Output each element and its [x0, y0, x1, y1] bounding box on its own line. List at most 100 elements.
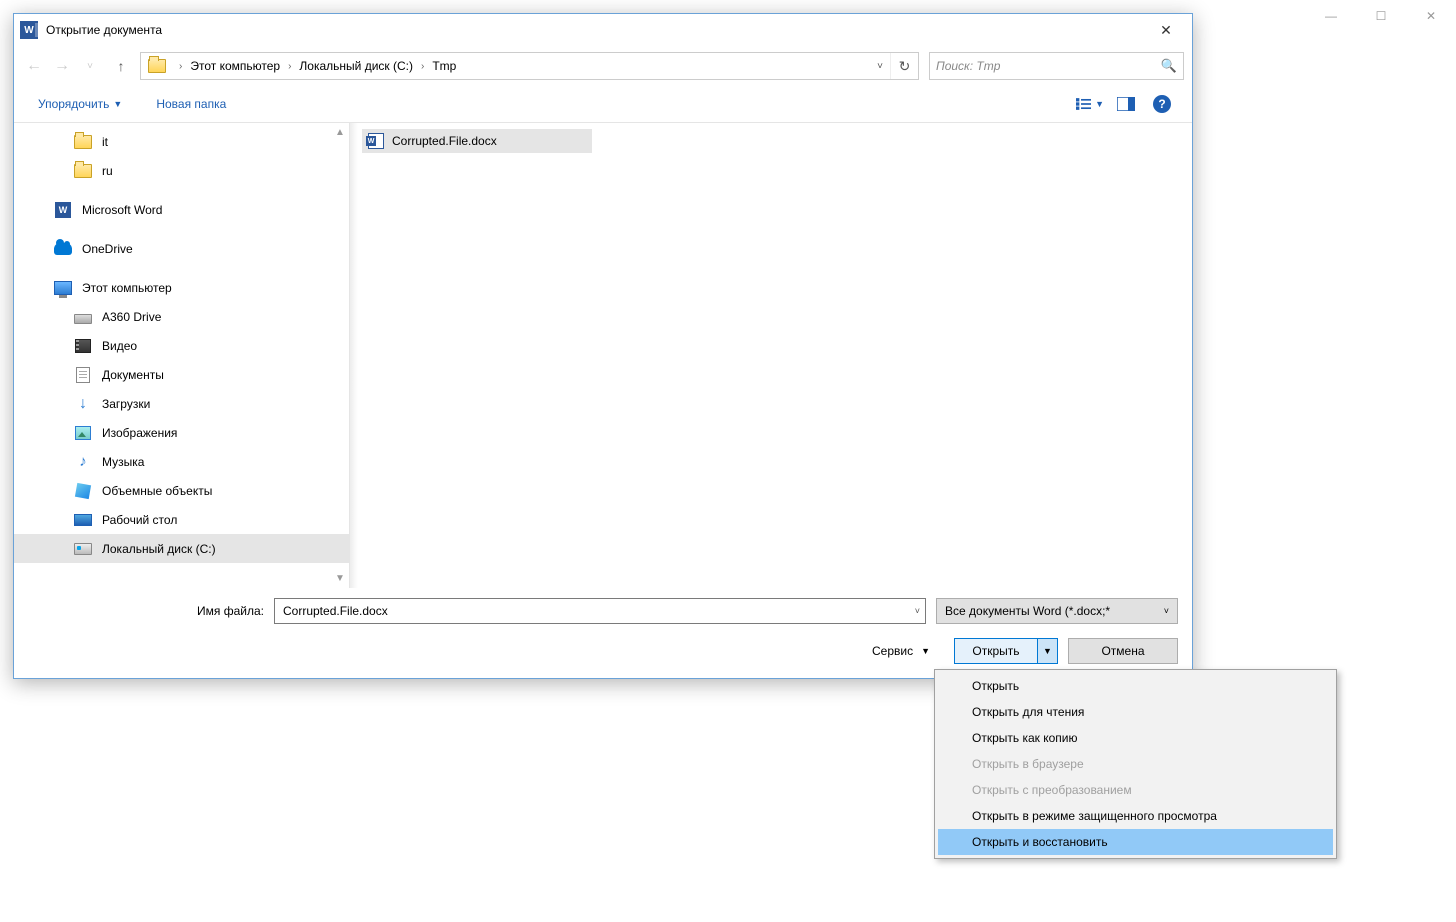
sidebar-item-label: A360 Drive — [102, 310, 161, 324]
help-button[interactable]: ? — [1148, 92, 1176, 116]
open-menu-item[interactable]: Открыть и восстановить — [938, 829, 1333, 855]
filter-label: Все документы Word (*.docx;* — [945, 604, 1110, 618]
sidebar-item[interactable]: ↓ Загрузки — [14, 389, 349, 418]
parent-close-button[interactable]: ✕ — [1406, 0, 1456, 32]
sidebar-item[interactable]: Изображения — [14, 418, 349, 447]
address-history-caret[interactable]: ˅ — [870, 61, 890, 72]
sidebar-item[interactable]: it — [14, 127, 349, 156]
chevron-down-icon: ▼ — [921, 646, 930, 656]
drive-icon — [74, 309, 92, 325]
open-file-dialog: W Открытие документа ✕ ← → ˅ ↑ › Этот ко… — [13, 13, 1193, 679]
chevron-down-icon: ▼ — [113, 99, 122, 109]
sidebar-item[interactable]: Локальный диск (C:) — [14, 534, 349, 563]
sidebar-scrollbar[interactable]: ▲ ▼ — [331, 123, 349, 588]
sidebar-item-label: Microsoft Word — [82, 203, 162, 217]
preview-pane-button[interactable] — [1112, 92, 1140, 116]
cancel-button[interactable]: Отмена — [1068, 638, 1178, 664]
nav-up-button[interactable]: ↑ — [110, 55, 132, 77]
sidebar-item-label: Объемные объекты — [102, 484, 212, 498]
nav-forward-button[interactable]: → — [50, 54, 74, 78]
search-box: 🔍 — [929, 52, 1184, 80]
pc-icon — [54, 280, 72, 296]
breadcrumb-item[interactable]: Tmp — [430, 55, 458, 77]
open-menu-item[interactable]: Открыть в режиме защищенного просмотра — [938, 803, 1333, 829]
sidebar-item[interactable]: Этот компьютер — [14, 273, 349, 302]
filename-label: Имя файла: — [28, 604, 274, 618]
file-item[interactable]: Corrupted.File.docx — [362, 129, 592, 153]
word-doc-icon — [368, 133, 384, 149]
dialog-footer: Имя файла: ˅ Все документы Word (*.docx;… — [14, 588, 1192, 678]
new-folder-button[interactable]: Новая папка — [148, 91, 234, 117]
open-button[interactable]: Открыть — [955, 639, 1037, 663]
tools-menu-button[interactable]: Сервис ▼ — [872, 644, 930, 658]
address-folder-icon — [145, 56, 169, 76]
breadcrumb-item[interactable]: Этот компьютер — [188, 55, 282, 77]
chevron-down-icon: ˅ — [1164, 606, 1169, 616]
music-icon: ♪ — [74, 454, 92, 470]
address-bar[interactable]: › Этот компьютер › Локальный диск (C:) ›… — [140, 52, 919, 80]
folder-icon — [74, 134, 92, 150]
open-menu-item: Открыть с преобразованием — [938, 777, 1333, 803]
parent-maximize-button[interactable]: ☐ — [1356, 0, 1406, 32]
breadcrumb-item[interactable]: Локальный диск (C:) — [297, 55, 415, 77]
view-options-button[interactable]: ▼ — [1076, 92, 1104, 116]
sidebar-item-label: Музыка — [102, 455, 144, 469]
dialog-close-button[interactable]: ✕ — [1146, 16, 1186, 44]
scroll-down-icon[interactable]: ▼ — [335, 573, 345, 584]
file-name: Corrupted.File.docx — [392, 134, 497, 148]
sidebar-item[interactable]: W Microsoft Word — [14, 195, 349, 224]
sidebar-item-label: Загрузки — [102, 397, 150, 411]
image-icon — [74, 425, 92, 441]
doc-icon — [74, 367, 92, 383]
scroll-up-icon[interactable]: ▲ — [335, 127, 345, 138]
search-input[interactable] — [936, 59, 1161, 73]
open-menu-item[interactable]: Открыть для чтения — [938, 699, 1333, 725]
dialog-titlebar: W Открытие документа ✕ — [14, 14, 1192, 46]
download-icon: ↓ — [74, 396, 92, 412]
organize-button[interactable]: Упорядочить ▼ — [30, 91, 130, 117]
navigation-sidebar: it ru W Microsoft Word OneDrive Этот компьюте… — [14, 123, 349, 588]
sidebar-item-label: ru — [102, 164, 113, 178]
breadcrumb-separator-icon: › — [282, 61, 297, 72]
sidebar-item[interactable]: Объемные объекты — [14, 476, 349, 505]
sidebar-item[interactable]: Рабочий стол — [14, 505, 349, 534]
open-menu-item[interactable]: Открыть как копию — [938, 725, 1333, 751]
sidebar-item-label: Изображения — [102, 426, 177, 440]
filename-input[interactable] — [274, 598, 926, 624]
desktop-icon — [74, 512, 92, 528]
sidebar-item[interactable]: ru — [14, 156, 349, 185]
sidebar-item[interactable]: ♪ Музыка — [14, 447, 349, 476]
file-list-pane[interactable]: Corrupted.File.docx — [349, 123, 1192, 588]
3d-icon — [74, 483, 92, 499]
sidebar-item[interactable]: Видео — [14, 331, 349, 360]
sidebar-item-label: Этот компьютер — [82, 281, 172, 295]
open-options-menu: ОткрытьОткрыть для чтенияОткрыть как коп… — [934, 669, 1337, 859]
refresh-button[interactable]: ↻ — [890, 53, 918, 79]
nav-recent-caret[interactable]: ˅ — [78, 54, 102, 78]
sidebar-item-label: Документы — [102, 368, 164, 382]
sidebar-item-label: OneDrive — [82, 242, 133, 256]
word-icon: W — [54, 202, 72, 218]
dialog-body: it ru W Microsoft Word OneDrive Этот компьюте… — [14, 122, 1192, 588]
open-split-button: Открыть ▼ — [954, 638, 1058, 664]
sidebar-item[interactable]: A360 Drive — [14, 302, 349, 331]
dialog-title: Открытие документа — [46, 23, 1146, 37]
disk-icon — [74, 541, 92, 557]
sidebar-item[interactable]: Документы — [14, 360, 349, 389]
sidebar-item-label: it — [102, 135, 108, 149]
parent-window-controls: — ☐ ✕ — [1196, 0, 1456, 36]
breadcrumb-separator-icon: › — [173, 61, 188, 72]
sidebar-item[interactable]: OneDrive — [14, 234, 349, 263]
organize-label: Упорядочить — [38, 97, 109, 111]
parent-minimize-button[interactable]: — — [1306, 0, 1356, 32]
tools-label: Сервис — [872, 644, 913, 658]
file-type-filter[interactable]: Все документы Word (*.docx;* ˅ — [936, 598, 1178, 624]
sidebar-item-label: Рабочий стол — [102, 513, 177, 527]
open-menu-item[interactable]: Открыть — [938, 673, 1333, 699]
toolbar: Упорядочить ▼ Новая папка ▼ ? — [14, 86, 1192, 122]
sidebar-item-label: Локальный диск (C:) — [102, 542, 216, 556]
open-dropdown-caret[interactable]: ▼ — [1037, 639, 1057, 663]
nav-back-button[interactable]: ← — [22, 54, 46, 78]
filename-history-caret[interactable]: ˅ — [915, 606, 920, 616]
search-icon[interactable]: 🔍 — [1161, 58, 1177, 74]
